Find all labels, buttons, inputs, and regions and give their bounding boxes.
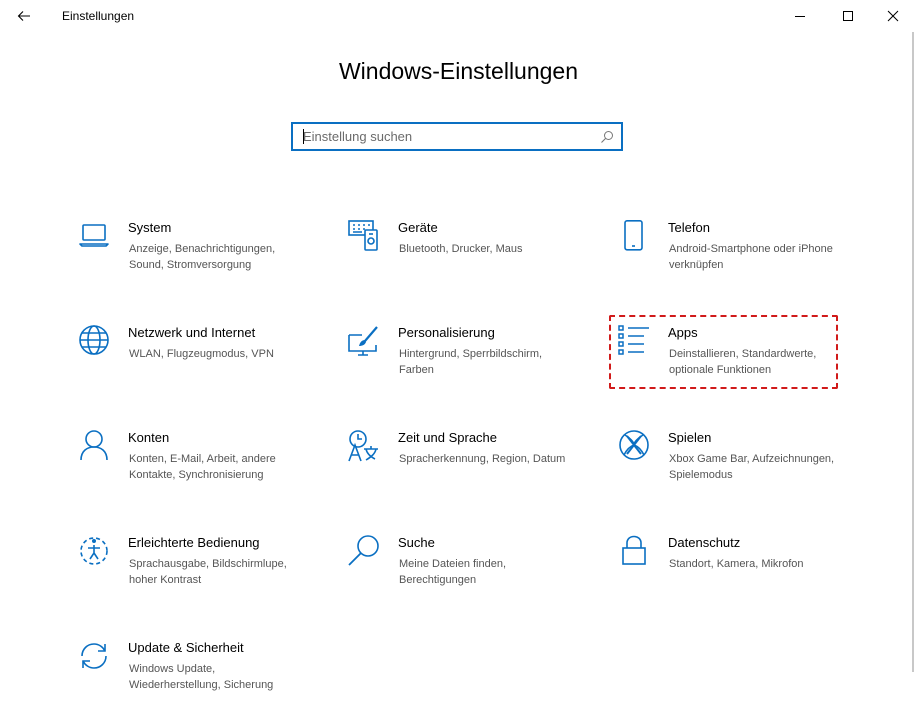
- maximize-icon: [843, 11, 853, 21]
- tile-title: Erleichterte Bedienung: [128, 535, 260, 550]
- tile-title: Spielen: [668, 430, 712, 445]
- tile-description: Windows Update, Wiederherstellung, Siche…: [129, 663, 274, 691]
- tile-system[interactable]: System Anzeige, Benachrichtigungen, Soun…: [78, 220, 306, 292]
- title-bar: Einstellungen: [0, 0, 917, 32]
- tile-title: Datenschutz: [668, 535, 741, 550]
- tile-title: Personalisierung: [398, 325, 495, 340]
- search-box[interactable]: [291, 122, 623, 151]
- scrollbar[interactable]: [912, 32, 914, 672]
- tile-description: Sprachausgabe, Bildschirmlupe, hoher Kon…: [129, 558, 287, 586]
- tile-title: Netzwerk und Internet: [128, 325, 256, 340]
- lock-icon: [622, 535, 646, 565]
- tile-gaming[interactable]: Spielen Xbox Game Bar, Aufzeichnungen, S…: [618, 430, 846, 502]
- tile-update-security[interactable]: Update & Sicherheit Windows Update, Wied…: [78, 640, 306, 708]
- search-icon[interactable]: [599, 129, 615, 145]
- app-title: Einstellungen: [62, 9, 135, 23]
- back-button[interactable]: [12, 6, 36, 26]
- back-arrow-icon: [17, 11, 30, 21]
- tile-title: Telefon: [668, 220, 710, 235]
- page-title: Windows-Einstellungen: [338, 58, 579, 84]
- tile-title: Konten: [128, 430, 170, 445]
- tile-description: Standort, Kamera, Mikrofon: [669, 558, 804, 570]
- close-button[interactable]: [870, 0, 916, 32]
- xbox-icon: [619, 430, 649, 460]
- tile-accounts[interactable]: Konten Konten, E-Mail, Arbeit, andere Ko…: [78, 430, 306, 502]
- tile-devices[interactable]: Geräte Bluetooth, Drucker, Maus: [348, 220, 576, 292]
- tile-description: Android-Smartphone oder iPhone verknüpfe…: [669, 243, 833, 271]
- tile-personalization[interactable]: Personalisierung Hintergrund, Sperrbilds…: [348, 325, 576, 397]
- minimize-button[interactable]: [777, 0, 823, 32]
- globe-icon: [79, 325, 109, 355]
- tile-title: Zeit und Sprache: [398, 430, 498, 445]
- devices-icon: [348, 220, 378, 251]
- maximize-button[interactable]: [825, 0, 871, 32]
- sync-icon: [81, 643, 107, 669]
- paintbrush-icon: [348, 326, 378, 356]
- tile-title: Suche: [398, 535, 435, 550]
- phone-icon: [624, 220, 643, 251]
- tile-description: WLAN, Flugzeugmodus, VPN: [129, 348, 274, 360]
- tile-search[interactable]: Suche Meine Dateien finden, Berechtigung…: [348, 535, 576, 607]
- tile-description: Hintergrund, Sperrbildschirm, Farben: [399, 348, 543, 376]
- laptop-icon: [79, 224, 109, 247]
- tile-phone[interactable]: Telefon Android-Smartphone oder iPhone v…: [618, 220, 846, 292]
- tile-description: Bluetooth, Drucker, Maus: [399, 243, 523, 255]
- minimize-icon: [795, 16, 805, 17]
- tile-title: Update & Sicherheit: [128, 640, 244, 655]
- magnifier-icon: [348, 535, 379, 566]
- apps-highlight-frame: [609, 315, 838, 389]
- time-language-icon: [348, 430, 378, 462]
- tile-network[interactable]: Netzwerk und Internet WLAN, Flugzeugmodu…: [78, 325, 306, 397]
- tile-privacy[interactable]: Datenschutz Standort, Kamera, Mikrofon: [618, 535, 846, 607]
- tile-description: Xbox Game Bar, Aufzeichnungen, Spielemod…: [669, 453, 835, 481]
- tile-description: Konten, E-Mail, Arbeit, andere Kontakte,…: [129, 453, 276, 481]
- settings-window: Einstellungen Windows-Einstellungen Eins…: [0, 0, 917, 708]
- ease-of-access-icon: [80, 537, 108, 565]
- tile-description: Anzeige, Benachrichtigungen, Sound, Stro…: [129, 243, 276, 271]
- tile-description: Meine Dateien finden, Berechtigungen: [399, 558, 507, 586]
- person-icon: [80, 430, 108, 461]
- tile-ease-of-access[interactable]: Erleichterte Bedienung Sprachausgabe, Bi…: [78, 535, 306, 607]
- tile-title: System: [128, 220, 172, 235]
- search-input[interactable]: [293, 124, 603, 149]
- tile-description: Spracherkennung, Region, Datum: [399, 453, 566, 465]
- close-icon: [887, 10, 899, 22]
- tile-time-language[interactable]: Zeit und Sprache Spracherkennung, Region…: [348, 430, 576, 502]
- tile-title: Geräte: [398, 220, 438, 235]
